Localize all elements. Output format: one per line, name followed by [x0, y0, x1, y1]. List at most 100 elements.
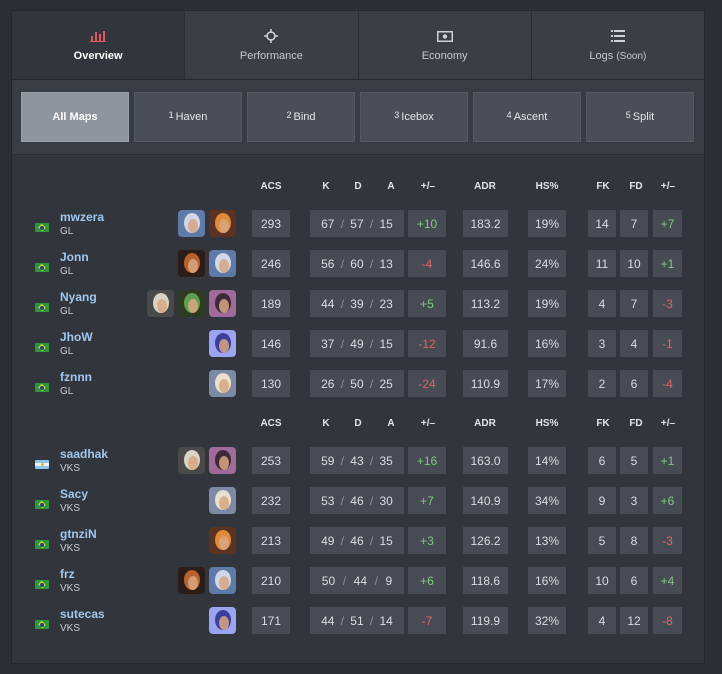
- kda-separator: /: [369, 336, 374, 351]
- map-number: 1: [168, 110, 174, 120]
- stat-acs: 213: [252, 527, 290, 554]
- map-button-icebox[interactable]: 3 Icebox: [360, 92, 468, 142]
- stat-hs: 13%: [528, 527, 566, 554]
- player-row: JhoW GL 146 37 / 49 / 15 -12 91.6 16% 3 4 -1: [12, 327, 704, 367]
- kda-cell: 59 / 43 / 35: [310, 447, 404, 474]
- crosshair-icon: [264, 28, 279, 44]
- stat-fd: 8: [620, 527, 648, 554]
- stat-pm: -4: [408, 250, 446, 277]
- player-name-link[interactable]: Jonn: [60, 250, 89, 264]
- raze-agent-icon: [209, 527, 236, 554]
- player-name-link[interactable]: fznnn: [60, 370, 92, 384]
- stat-fpm: -3: [653, 290, 682, 317]
- player-row: Jonn GL 246 56 / 60 / 13 -4 146.6 24% 11 10 +1: [12, 247, 704, 287]
- stat-a: 35: [379, 453, 393, 468]
- map-button-haven[interactable]: 1 Haven: [134, 92, 242, 142]
- stat-hs: 16%: [528, 330, 566, 357]
- stat-fpm: -3: [653, 527, 682, 554]
- player-name-link[interactable]: Sacy: [60, 487, 88, 501]
- stat-fd: 3: [620, 487, 648, 514]
- stat-adr: 91.6: [463, 330, 508, 357]
- player-name-link[interactable]: Nyang: [60, 290, 97, 304]
- tab-overview[interactable]: Overview: [12, 11, 186, 79]
- stat-hs: 14%: [528, 447, 566, 474]
- player-name-link[interactable]: JhoW: [60, 330, 93, 344]
- stat-a: 23: [379, 296, 393, 311]
- map-number: 2: [286, 110, 292, 120]
- map-label: Bind: [293, 111, 316, 123]
- header-fk: FK: [596, 181, 610, 192]
- stat-k: 37: [321, 336, 335, 351]
- tab-logs[interactable]: Logs (Soon): [532, 11, 704, 79]
- kda-cell: 44 / 51 / 14: [310, 607, 404, 634]
- stat-acs: 130: [252, 370, 290, 397]
- header-fd: FD: [629, 418, 643, 429]
- tab-economy[interactable]: Economy: [359, 11, 532, 79]
- stat-fd: 6: [620, 567, 648, 594]
- map-label: Ascent: [513, 111, 548, 123]
- header-k: K: [322, 181, 330, 192]
- player-team: GL: [60, 226, 74, 237]
- stat-d: 44: [353, 573, 367, 588]
- stats-header-row: ACS K D A +/– ADR HS% FK FD +/–: [12, 181, 704, 195]
- map-button-bind[interactable]: 2 Bind: [247, 92, 355, 142]
- player-team: VKS: [60, 583, 81, 594]
- stat-k: 44: [321, 296, 335, 311]
- tab-label-wrap: Logs (Soon): [589, 50, 646, 62]
- player-name-link[interactable]: frz: [60, 567, 75, 581]
- stat-k: 56: [321, 256, 335, 271]
- kda-separator: /: [369, 216, 374, 231]
- stat-fpm: +7: [653, 210, 682, 237]
- kda-cell: 49 / 46 / 15: [310, 527, 404, 554]
- cypher-agent-icon: [147, 290, 174, 317]
- map-number: 4: [506, 110, 512, 120]
- tab-label: Economy: [421, 50, 468, 62]
- map-label: Split: [632, 111, 655, 123]
- player-row: Nyang GL 189 44 / 39 / 23 +5 113.2 19% 4 7 -3: [12, 287, 704, 327]
- stat-k: 49: [321, 533, 335, 548]
- player-name-link[interactable]: saadhak: [60, 447, 108, 461]
- stat-a: 9: [385, 573, 393, 588]
- stat-pm: +3: [408, 527, 446, 554]
- stat-hs: 32%: [528, 607, 566, 634]
- stat-adr: 140.9: [463, 487, 508, 514]
- map-button-ascent[interactable]: 4 Ascent: [473, 92, 581, 142]
- kda-separator: /: [374, 573, 378, 588]
- header-acs: ACS: [260, 181, 282, 192]
- stat-fk: 9: [588, 487, 616, 514]
- header-pm: +/–: [420, 418, 436, 429]
- player-row: sutecas VKS 171 44 / 51 / 14 -7 119.9 32% 4 12 -8: [12, 604, 704, 644]
- player-team: VKS: [60, 623, 81, 634]
- stat-pm: +16: [408, 447, 446, 474]
- map-button-split[interactable]: 5 Split: [586, 92, 694, 142]
- kda-separator: /: [340, 376, 345, 391]
- player-name-link[interactable]: gtnziN: [60, 527, 97, 541]
- bar-chart-icon: [90, 28, 107, 44]
- stat-hs: 19%: [528, 210, 566, 237]
- map-button-all[interactable]: All Maps: [21, 92, 129, 142]
- player-name-link[interactable]: mwzera: [60, 210, 104, 224]
- jett-agent-icon: [178, 210, 205, 237]
- header-pm: +/–: [420, 181, 436, 192]
- sova-agent-icon: [209, 487, 236, 514]
- stat-acs: 232: [252, 487, 290, 514]
- stat-adr: 146.6: [463, 250, 508, 277]
- player-name-link[interactable]: sutecas: [60, 607, 105, 621]
- stat-d: 51: [350, 613, 364, 628]
- stat-k: 53: [321, 493, 335, 508]
- tab-label: Overview: [73, 50, 123, 62]
- stat-a: 25: [379, 376, 393, 391]
- tab-performance[interactable]: Performance: [185, 11, 359, 79]
- stat-pm: +6: [408, 567, 446, 594]
- kda-separator: /: [369, 376, 374, 391]
- stat-d: 50: [350, 376, 364, 391]
- kda-separator: /: [340, 296, 345, 311]
- header-adr: ADR: [474, 181, 496, 192]
- brazil-flag-icon: [35, 540, 49, 549]
- stat-hs: 19%: [528, 290, 566, 317]
- tab-soon-label: (Soon): [616, 51, 647, 62]
- reyna-agent-icon: [209, 290, 236, 317]
- brazil-flag-icon: [35, 500, 49, 509]
- stat-fk: 2: [588, 370, 616, 397]
- stat-k: 26: [321, 376, 335, 391]
